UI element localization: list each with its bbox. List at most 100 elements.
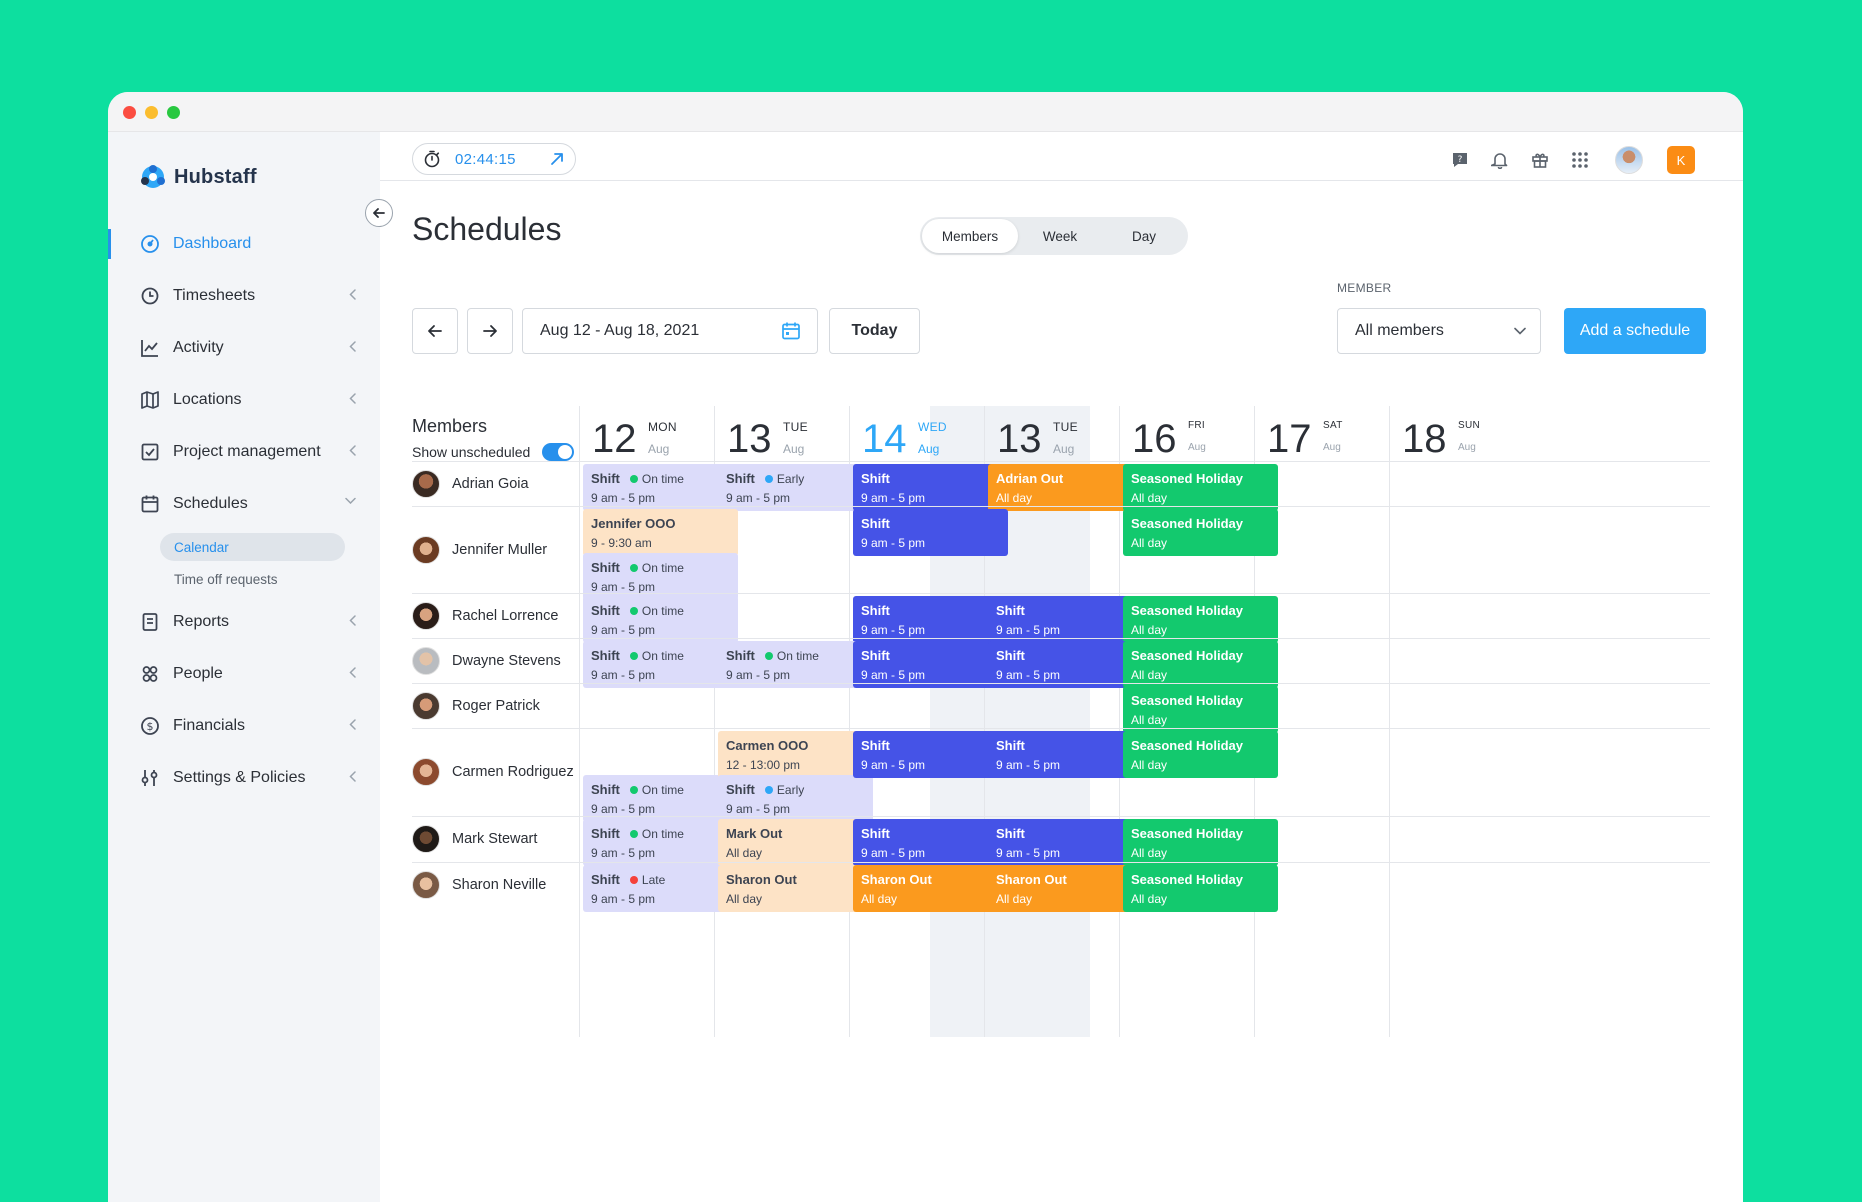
hubstaff-logo[interactable]: Hubstaff — [140, 162, 257, 192]
schedule-event[interactable]: Shift On time 9 am - 5 pm — [583, 464, 738, 511]
schedule-event[interactable]: Seasoned Holiday All day — [1123, 731, 1278, 778]
schedule-event[interactable]: Shift Early 9 am - 5 pm — [718, 775, 873, 822]
event-title: Seasoned Holiday — [1131, 826, 1243, 841]
next-week-button[interactable] — [467, 308, 513, 354]
page-title: Schedules — [412, 211, 562, 247]
close-window-button[interactable] — [123, 106, 136, 119]
main-content: Schedules Members Week Day Aug 12 - Aug … — [380, 181, 1743, 1202]
schedule-event[interactable]: Mark Out All day — [718, 819, 873, 866]
schedule-event[interactable]: Sharon Out All day — [718, 865, 873, 912]
event-time: 9 am - 5 pm — [861, 491, 926, 505]
day-month: Aug — [1053, 442, 1075, 456]
schedule-event[interactable]: Jennifer OOO 9 - 9:30 am — [583, 509, 738, 556]
help-chat-icon[interactable]: ? — [1449, 149, 1471, 171]
sidebar-subitem-calendar[interactable]: Calendar — [160, 533, 345, 561]
status-dot-icon — [629, 651, 638, 660]
schedule-event[interactable]: Seasoned Holiday All day — [1123, 641, 1278, 688]
attendance-status: On time — [629, 604, 684, 618]
schedule-event[interactable]: Shift Early 9 am - 5 pm — [718, 464, 873, 511]
event-time: All day — [1131, 758, 1168, 772]
schedule-event[interactable]: Seasoned Holiday All day — [1123, 865, 1278, 912]
sidebar-item-schedules[interactable]: Schedules — [108, 478, 380, 530]
sidebar-item-settings-policies[interactable]: Settings & Policies — [108, 752, 380, 804]
schedule-event[interactable]: Shift 9 am - 5 pm — [853, 464, 1008, 511]
schedule-event[interactable]: Shift 9 am - 5 pm — [988, 819, 1143, 866]
schedule-event[interactable]: Shift On time 9 am - 5 pm — [583, 775, 738, 822]
apps-grid-icon[interactable] — [1569, 149, 1591, 171]
minimize-window-button[interactable] — [145, 106, 158, 119]
schedule-event[interactable]: Shift 9 am - 5 pm — [853, 641, 1008, 688]
sidebar-item-activity[interactable]: Activity — [108, 322, 380, 374]
schedule-event[interactable]: Shift On time 9 am - 5 pm — [718, 641, 873, 688]
event-title: Shift — [726, 648, 755, 663]
view-week-tab[interactable]: Week — [1018, 219, 1102, 253]
show-unscheduled-label: Show unscheduled — [412, 444, 531, 460]
column-divider — [579, 406, 580, 1037]
schedule-event[interactable]: Seasoned Holiday All day — [1123, 819, 1278, 866]
event-time: All day — [726, 892, 763, 906]
event-title: Shift — [861, 603, 890, 618]
sidebar-item-people[interactable]: People — [108, 648, 380, 700]
timer-widget[interactable]: 02:44:15 — [412, 143, 576, 175]
hubstaff-logo-icon — [141, 165, 165, 188]
sidebar-subitem-time-off-requests[interactable]: Time off requests — [160, 563, 345, 596]
sidebar-item-locations[interactable]: Locations — [108, 374, 380, 426]
maximize-window-button[interactable] — [167, 106, 180, 119]
schedule-event[interactable]: Seasoned Holiday All day — [1123, 464, 1278, 511]
event-title: Shift — [861, 471, 890, 486]
schedule-event[interactable]: Shift 9 am - 5 pm — [988, 596, 1143, 643]
event-title: Shift — [591, 560, 620, 575]
date-range-picker[interactable]: Aug 12 - Aug 18, 2021 — [522, 308, 818, 354]
sliders-icon — [140, 768, 160, 788]
schedule-event[interactable]: Seasoned Holiday All day — [1123, 509, 1278, 556]
schedule-event[interactable]: Seasoned Holiday All day — [1123, 686, 1278, 733]
schedule-event[interactable]: Shift 9 am - 5 pm — [988, 731, 1143, 778]
day-header: 12 MON Aug — [580, 416, 715, 462]
member-name: Mark Stewart — [452, 831, 538, 847]
schedule-event[interactable]: Shift 9 am - 5 pm — [853, 509, 1008, 556]
sidebar-item-financials[interactable]: $ Financials — [108, 700, 380, 752]
schedule-event[interactable]: Shift 9 am - 5 pm — [853, 731, 1008, 778]
collapse-sidebar-button[interactable] — [365, 199, 393, 227]
schedule-event[interactable]: Sharon Out All day — [853, 865, 1008, 912]
arrow-up-right-icon[interactable] — [549, 151, 565, 167]
day-of-week: WED — [918, 420, 947, 434]
schedule-event[interactable]: Shift On time 9 am - 5 pm — [583, 819, 738, 866]
schedule-event[interactable]: Adrian Out All day — [988, 464, 1143, 511]
event-title: Shift — [591, 603, 620, 618]
event-time: All day — [1131, 491, 1168, 505]
schedule-event[interactable]: Shift On time 9 am - 5 pm — [583, 596, 738, 643]
schedule-event[interactable]: Shift 9 am - 5 pm — [988, 641, 1143, 688]
bell-icon[interactable] — [1489, 149, 1511, 171]
event-time: 9 am - 5 pm — [726, 491, 791, 505]
event-time: 9 am - 5 pm — [861, 623, 926, 637]
event-time: 9 am - 5 pm — [861, 758, 926, 772]
schedule-event[interactable]: Shift On time 9 am - 5 pm — [583, 641, 738, 688]
schedule-event[interactable]: Seasoned Holiday All day — [1123, 596, 1278, 643]
sidebar-item-project-management[interactable]: Project management — [108, 426, 380, 478]
schedule-event[interactable]: Carmen OOO 12 - 13:00 pm — [718, 731, 873, 778]
schedule-event[interactable]: Shift Late 9 am - 5 pm — [583, 865, 738, 912]
organization-badge[interactable]: K — [1667, 146, 1695, 174]
day-number: 13 — [727, 417, 772, 461]
add-schedule-button[interactable]: Add a schedule — [1564, 308, 1706, 354]
sidebar-item-reports[interactable]: Reports — [108, 596, 380, 648]
view-members-tab[interactable]: Members — [922, 219, 1018, 253]
chevron-left-icon — [349, 719, 356, 730]
attendance-status: Early — [764, 783, 804, 797]
schedule-event[interactable]: Shift 9 am - 5 pm — [853, 596, 1008, 643]
gift-icon[interactable] — [1529, 149, 1551, 171]
schedule-event[interactable]: Shift 9 am - 5 pm — [853, 819, 1008, 866]
show-unscheduled-toggle[interactable] — [542, 443, 575, 461]
sidebar-item-dashboard[interactable]: Dashboard — [108, 218, 380, 270]
user-avatar[interactable] — [1615, 146, 1643, 174]
day-of-week: FRI — [1188, 420, 1206, 431]
today-button[interactable]: Today — [829, 308, 920, 354]
previous-week-button[interactable] — [412, 308, 458, 354]
sidebar-item-timesheets[interactable]: Timesheets — [108, 270, 380, 322]
member-row-label: Roger Patrick — [412, 683, 540, 728]
member-filter-select[interactable]: All members — [1337, 308, 1541, 354]
schedule-event[interactable]: Sharon Out All day — [988, 865, 1143, 912]
view-day-tab[interactable]: Day — [1102, 219, 1186, 253]
sidebar-item-label: Dashboard — [173, 235, 252, 252]
